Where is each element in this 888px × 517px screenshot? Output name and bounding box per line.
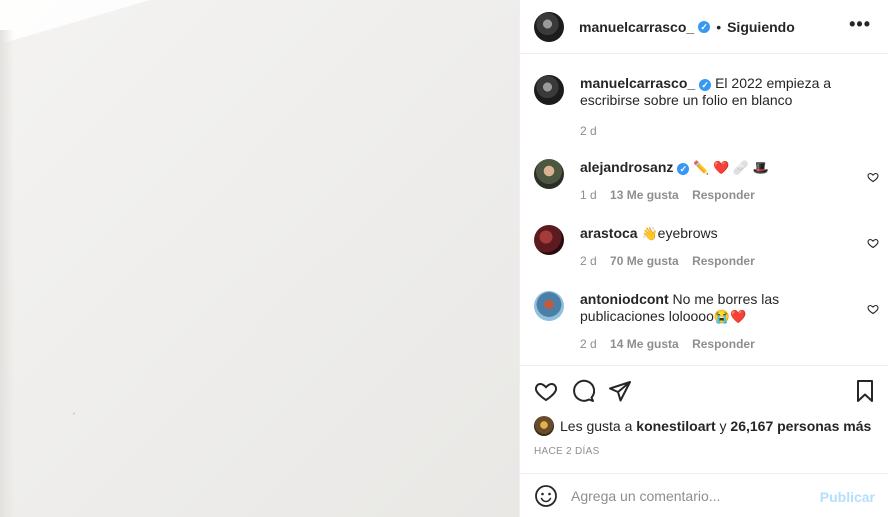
post-header: manuelcarrasco_ ✓ • Siguiendo ••• — [520, 0, 888, 54]
like-comment-heart-icon[interactable] — [867, 171, 879, 183]
like-heart-icon[interactable] — [534, 379, 558, 403]
liker-avatar[interactable] — [534, 416, 554, 436]
share-paper-plane-icon[interactable] — [608, 379, 632, 403]
comment-input[interactable] — [571, 486, 811, 506]
reply-button[interactable]: Responder — [692, 188, 755, 202]
caption-author-avatar[interactable] — [534, 75, 564, 105]
comment-text: eyebrows — [657, 225, 718, 241]
author-username[interactable]: manuelcarrasco_ — [579, 19, 694, 35]
comment-meta: 1 d 13 Me gusta Responder — [580, 187, 865, 204]
commenter-avatar[interactable] — [534, 291, 564, 321]
comment-meta: 2 d 70 Me gusta Responder — [580, 253, 865, 270]
post-date[interactable]: HACE 2 DÍAS — [534, 446, 600, 457]
liker-username[interactable]: konestiloart — [636, 418, 715, 434]
comment-likes[interactable]: 13 Me gusta — [610, 188, 679, 202]
comment-meta: 2 d 14 Me gusta Responder — [580, 336, 865, 353]
reply-button[interactable]: Responder — [692, 337, 755, 351]
author-avatar[interactable] — [534, 11, 564, 42]
comment-likes[interactable]: 70 Me gusta — [610, 254, 679, 268]
comment-bubble-icon[interactable] — [571, 379, 595, 403]
likes-summary: Les gusta a konestiloart y 26,167 person… — [534, 416, 871, 436]
comment-time[interactable]: 1 d — [580, 188, 597, 202]
like-comment-heart-icon[interactable] — [867, 303, 879, 315]
likes-joiner: y — [719, 418, 727, 434]
comment-time[interactable]: 2 d — [580, 337, 597, 351]
commenter-avatar[interactable] — [534, 225, 564, 255]
commenter-username[interactable]: arastoca — [580, 225, 638, 241]
paper-speck — [72, 412, 76, 415]
verified-badge-icon: ✓ — [699, 79, 712, 91]
post-image[interactable] — [0, 0, 519, 517]
comment-time[interactable]: 2 d — [580, 254, 597, 268]
separator-dot: • — [716, 18, 722, 35]
reply-button[interactable]: Responder — [692, 254, 755, 268]
publish-comment-button[interactable]: Publicar — [820, 489, 875, 505]
more-options-icon[interactable]: ••• — [849, 15, 871, 33]
caption-author-username[interactable]: manuelcarrasco_ — [580, 75, 695, 91]
caption-meta: 2 d — [580, 123, 865, 140]
verified-badge-icon: ✓ — [677, 163, 690, 175]
save-bookmark-icon[interactable] — [853, 379, 877, 403]
verified-badge-icon: ✓ — [698, 20, 711, 33]
comment-composer: Publicar — [520, 473, 888, 517]
comment-emojis: 😭❤️ — [713, 309, 747, 324]
commenter-username[interactable]: antoniodcont — [580, 291, 669, 307]
paper-fold — [0, 0, 150, 44]
following-button[interactable]: Siguiendo — [727, 19, 795, 35]
commenter-username[interactable]: alejandrosanz — [580, 159, 673, 175]
like-comment-heart-icon[interactable] — [867, 237, 879, 249]
paper-edge-shadow — [0, 30, 14, 517]
commenter-avatar[interactable] — [534, 159, 564, 189]
comment-emojis: 👋 — [641, 226, 658, 241]
comment-likes[interactable]: 14 Me gusta — [610, 337, 679, 351]
post-actions-bar — [520, 365, 888, 415]
likes-prefix: Les gusta a — [560, 418, 633, 434]
post-side-panel: manuelcarrasco_ ✓ • Siguiendo ••• manuel… — [519, 0, 888, 517]
emoji-smiley-icon[interactable] — [534, 484, 558, 508]
comment-emojis: ✏️ ❤️ 🩹 🎩 — [693, 160, 769, 175]
caption-time[interactable]: 2 d — [580, 124, 597, 138]
likes-count-link[interactable]: 26,167 personas más — [730, 418, 871, 434]
comments-list[interactable]: manuelcarrasco_ ✓ El 2022 empieza a escri… — [520, 55, 888, 365]
